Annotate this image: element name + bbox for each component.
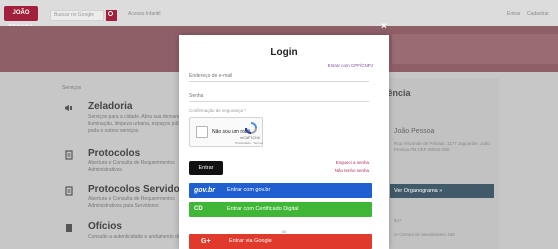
service-title: Zeladoria [88,101,133,112]
megaphone-icon [65,105,72,111]
google-icon: G+ [201,238,211,245]
login-modal: Login Entrar com CPF/CNPJ Confirmação de… [179,35,389,249]
sidebar-address: Rua Visconde de Pelotas, 1177 Jaguaribe,… [394,141,490,152]
services-label: Serviços [62,85,82,91]
password-field[interactable] [189,90,369,102]
google-login-button[interactable]: G+ Entrar via Google [189,234,372,249]
no-password-link[interactable]: Não tenho senha [335,168,369,173]
top-bar: JOÃO PESSOA Buscar no Google Acesso Infa… [0,0,558,31]
search-icon [108,11,113,16]
close-icon[interactable]: × [381,21,387,32]
sidebar-panel [387,78,499,249]
register-link[interactable]: Cadastrar [527,11,549,17]
recaptcha-privacy[interactable]: Privacidade - Termos [234,141,264,145]
sidebar-subtitle: João Pessoa [394,128,435,135]
service-title: Ofícios [88,221,122,232]
search-button[interactable] [106,10,117,21]
document-icon [65,186,73,196]
search-input[interactable]: Buscar no Google [50,10,104,21]
email-field[interactable] [189,70,369,82]
sidebar-question: ão? [394,218,402,223]
security-note: Confirmação de segurança * [189,108,247,113]
certificate-icon: CD [194,206,203,212]
google-label: Entrar via Google [229,238,272,244]
kids-access-link[interactable]: Acesso Infantil [128,11,161,17]
forgot-password-link[interactable]: Esqueci a senha [336,160,369,165]
modal-title: Login [270,47,298,58]
recaptcha-icon [245,122,257,134]
sidebar-contact: or Central de atendimento 156 [394,232,455,237]
site-logo[interactable]: JOÃO PESSOA [4,6,38,31]
recaptcha-widget: Não sou um robô reCAPTCHA Privacidade - … [189,117,263,147]
cpf-login-link[interactable]: Entrar com CPF/CNPJ [328,63,373,68]
govbr-icon: gov.br [194,187,216,194]
organogram-button[interactable]: Ver Organograma » [390,184,494,198]
banner-decoration [392,34,558,64]
file-icon [66,224,72,232]
govbr-label: Entrar com gov.br [227,187,271,193]
enter-link[interactable]: Entrar [507,11,521,17]
document-icon [65,150,73,160]
certificate-login-button[interactable]: CD Entrar com Certificado Digital [189,202,372,217]
govbr-login-button[interactable]: gov.br Entrar com gov.br [189,183,372,198]
certificate-label: Entrar com Certificado Digital [227,206,299,212]
recaptcha-checkbox[interactable] [196,126,208,138]
recaptcha-brand: reCAPTCHA [240,136,260,140]
enter-button[interactable]: Entrar [189,161,223,175]
service-title: Protocolos [88,148,141,159]
